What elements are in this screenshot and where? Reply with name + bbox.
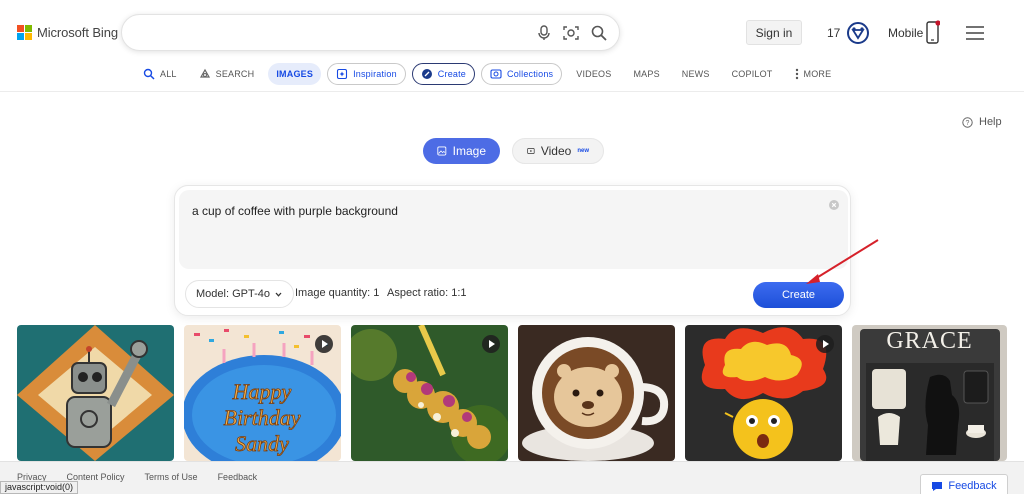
svg-text:Birthday: Birthday bbox=[224, 405, 301, 430]
tab-copilot[interactable]: COPILOT bbox=[724, 63, 781, 85]
header: Microsoft Bing Sign in 17 Mobile ALL SEA… bbox=[0, 0, 1024, 92]
scope-navigation: ALL SEARCH IMAGES Inspiration Create Col… bbox=[135, 62, 845, 86]
create-prompt-card: a cup of coffee with purple background M… bbox=[174, 185, 851, 316]
status-bar-url: javascript:void(0) bbox=[0, 481, 79, 494]
svg-text:Happy: Happy bbox=[232, 379, 292, 404]
footer: Privacy Content Policy Terms of Use Feed… bbox=[0, 461, 1024, 494]
gallery-item-birthday-cake[interactable]: Happy Birthday Sandy bbox=[184, 325, 341, 461]
video-mode-label: Video bbox=[540, 144, 572, 158]
tab-label: SEARCH bbox=[215, 69, 255, 79]
help-label: Help bbox=[979, 116, 1002, 128]
brand-name: Microsoft Bing bbox=[37, 25, 118, 40]
footer-link-feedback[interactable]: Feedback bbox=[218, 472, 258, 482]
tab-news[interactable]: NEWS bbox=[674, 63, 718, 85]
microphone-icon[interactable] bbox=[535, 24, 553, 42]
more-vertical-icon bbox=[795, 68, 798, 80]
tab-maps[interactable]: MAPS bbox=[625, 63, 667, 85]
grace-caption: GRACE bbox=[886, 328, 973, 354]
tab-images[interactable]: IMAGES bbox=[268, 63, 322, 85]
tab-label: IMAGES bbox=[276, 69, 314, 79]
tab-label: NEWS bbox=[681, 69, 710, 79]
search-icon bbox=[143, 68, 155, 80]
copilot-icon bbox=[199, 68, 210, 78]
rewards-points[interactable]: 17 bbox=[827, 26, 840, 40]
feedback-label: Feedback bbox=[948, 480, 997, 492]
model-selector[interactable]: Model: GPT-4o bbox=[185, 280, 294, 308]
tab-collections[interactable]: Collections bbox=[481, 63, 563, 85]
collections-icon bbox=[490, 69, 502, 79]
aspect-ratio-selector[interactable]: Aspect ratio: 1:1 bbox=[387, 287, 467, 299]
hamburger-menu-icon[interactable] bbox=[966, 26, 984, 40]
model-label: Model: GPT-4o bbox=[196, 288, 270, 300]
create-icon bbox=[421, 69, 432, 79]
microsoft-logo-icon bbox=[17, 25, 32, 40]
footer-link-terms[interactable]: Terms of Use bbox=[145, 472, 198, 482]
tab-more[interactable]: MORE bbox=[787, 63, 840, 85]
inspiration-gallery: Happy Birthday Sandy GRACE bbox=[17, 325, 1024, 461]
tab-label: MORE bbox=[803, 69, 832, 79]
tab-label: Create bbox=[437, 69, 467, 79]
svg-text:Sandy: Sandy bbox=[235, 431, 289, 456]
mobile-phone-icon[interactable] bbox=[926, 20, 940, 44]
gallery-item-exploding-emoji[interactable] bbox=[685, 325, 842, 461]
tab-label: COPILOT bbox=[731, 69, 773, 79]
tab-inspiration[interactable]: Inspiration bbox=[327, 63, 406, 85]
new-badge: new bbox=[577, 148, 589, 154]
tab-create[interactable]: Create bbox=[411, 63, 476, 85]
gallery-item-flowers[interactable] bbox=[351, 325, 508, 461]
otter-latte-image bbox=[518, 325, 675, 461]
video-mode-tab[interactable]: Video new bbox=[512, 138, 604, 164]
visual-search-icon[interactable] bbox=[562, 24, 580, 42]
annotation-arrow-icon bbox=[806, 239, 879, 284]
svg-text:?: ? bbox=[966, 120, 970, 127]
tab-label: VIDEOS bbox=[576, 69, 612, 79]
video-icon bbox=[527, 148, 535, 154]
image-quantity-selector[interactable]: Image quantity: 1 bbox=[295, 287, 379, 299]
feedback-button[interactable]: Feedback bbox=[920, 474, 1008, 494]
video-play-icon bbox=[315, 335, 333, 353]
feedback-icon bbox=[932, 481, 943, 491]
gallery-item-otter-latte[interactable] bbox=[518, 325, 675, 461]
image-mode-label: Image bbox=[452, 144, 486, 158]
tab-label: Collections bbox=[507, 69, 554, 79]
gallery-item-robot[interactable] bbox=[17, 325, 174, 461]
prompt-textarea[interactable]: a cup of coffee with purple background bbox=[179, 190, 848, 269]
image-icon bbox=[437, 146, 447, 156]
image-mode-tab[interactable]: Image bbox=[423, 138, 500, 164]
gallery-item-grace-dog[interactable]: GRACE bbox=[852, 325, 1007, 461]
video-play-icon bbox=[816, 335, 834, 353]
search-input[interactable] bbox=[121, 14, 620, 51]
search-icon[interactable] bbox=[590, 24, 608, 42]
tab-all[interactable]: ALL bbox=[135, 63, 185, 85]
help-link[interactable]: ? Help bbox=[962, 116, 1002, 128]
robot-image bbox=[17, 325, 174, 461]
tab-label: MAPS bbox=[633, 69, 660, 79]
help-icon: ? bbox=[962, 116, 973, 128]
video-play-icon bbox=[482, 335, 500, 353]
tab-videos[interactable]: VIDEOS bbox=[568, 63, 619, 85]
tab-label: ALL bbox=[160, 69, 177, 79]
tab-label: Inspiration bbox=[353, 69, 397, 79]
sign-in-button[interactable]: Sign in bbox=[746, 20, 802, 45]
tab-search[interactable]: SEARCH bbox=[191, 63, 263, 85]
chevron-down-icon bbox=[275, 292, 282, 297]
sparkle-icon bbox=[337, 68, 348, 80]
rewards-icon[interactable] bbox=[846, 21, 870, 45]
bing-logo[interactable]: Microsoft Bing bbox=[17, 25, 118, 40]
prompt-text: a cup of coffee with purple background bbox=[192, 204, 398, 218]
clear-icon[interactable] bbox=[829, 200, 839, 210]
mobile-link[interactable]: Mobile bbox=[888, 26, 923, 40]
